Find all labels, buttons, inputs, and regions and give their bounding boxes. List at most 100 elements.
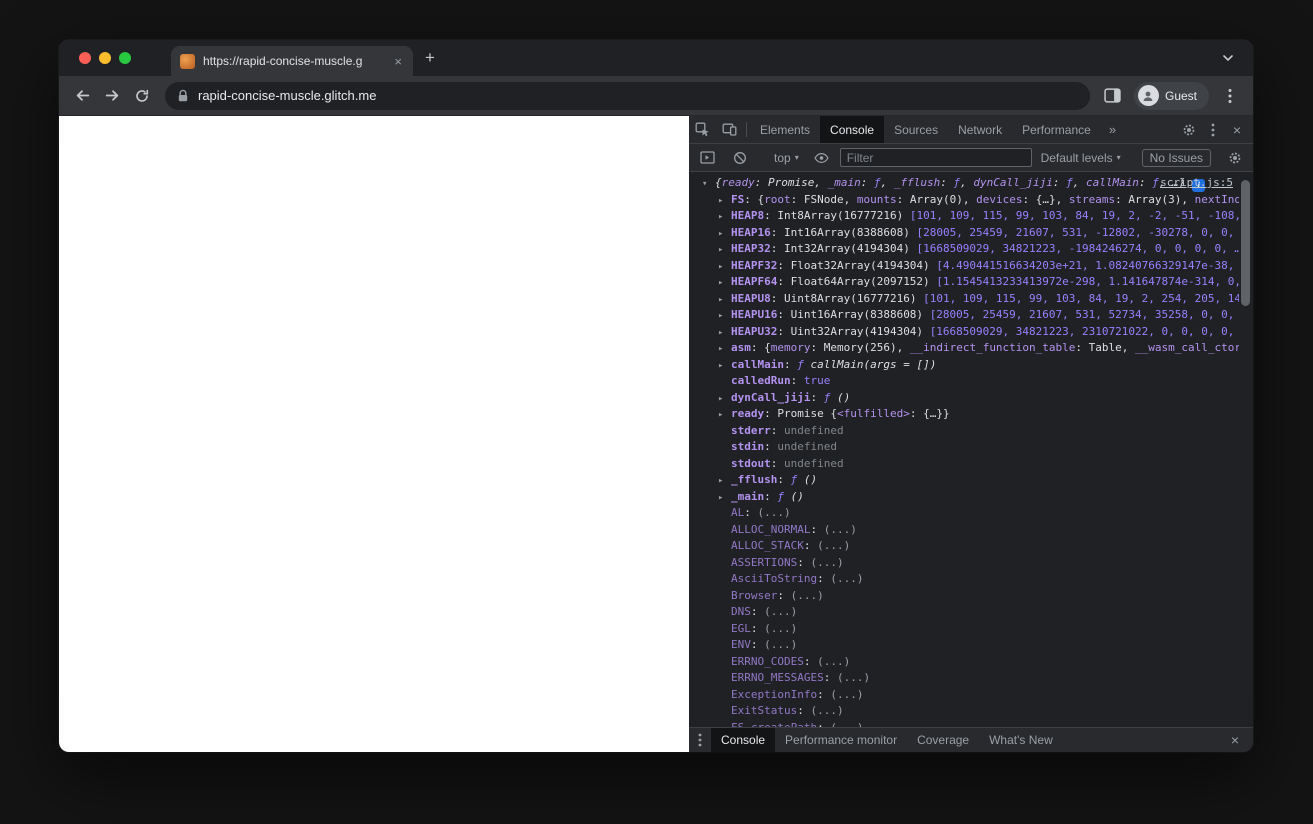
console-text: [28005, 25459, 21607, 531, -12802, -3027… xyxy=(916,225,1239,239)
console-text: EGL xyxy=(731,621,751,635)
console-text: () xyxy=(836,390,851,404)
expand-triangle-icon[interactable]: ▸ xyxy=(718,193,731,210)
console-row: ASSERTIONS: (...) xyxy=(689,555,1239,572)
console-text: AsciiToString xyxy=(731,572,818,585)
console-text: HEAP16 xyxy=(731,225,771,239)
expand-triangle-icon[interactable]: ▸ xyxy=(718,275,731,292)
back-icon[interactable] xyxy=(67,81,97,111)
expand-triangle-icon[interactable]: ▸ xyxy=(718,341,731,358)
forward-icon[interactable] xyxy=(97,81,127,111)
address-bar[interactable]: rapid-concise-muscle.glitch.me xyxy=(165,81,1090,110)
console-text: : xyxy=(750,621,765,635)
tab-network[interactable]: Network xyxy=(948,116,1012,143)
console-text: () xyxy=(803,473,818,486)
source-link[interactable]: script.js:5 xyxy=(1160,175,1233,192)
profile-button[interactable]: Guest xyxy=(1133,81,1209,110)
reload-icon[interactable] xyxy=(127,81,157,111)
close-window-button[interactable] xyxy=(79,52,91,64)
invoke-getter-button[interactable]: (...) xyxy=(810,556,843,569)
drawer-tab-performance-monitor[interactable]: Performance monitor xyxy=(775,728,907,752)
console-text: , xyxy=(960,176,974,189)
expand-triangle-icon[interactable]: ▸ xyxy=(718,473,731,490)
more-tabs-icon[interactable]: » xyxy=(1101,116,1124,143)
devtools-close-icon[interactable]: × xyxy=(1225,116,1249,143)
console-row: ALLOC_STACK: (...) xyxy=(689,538,1239,555)
invoke-getter-button[interactable]: (...) xyxy=(837,671,870,684)
tab-sources[interactable]: Sources xyxy=(884,116,948,143)
context-selector-dropdown[interactable]: top ▾ xyxy=(770,151,803,165)
expand-triangle-icon[interactable]: ▸ xyxy=(718,242,731,259)
console-text: __indirect_function_table xyxy=(909,341,1076,354)
expand-triangle-icon[interactable]: ▸ xyxy=(718,407,731,424)
expand-triangle-icon[interactable]: ▸ xyxy=(718,391,731,408)
console-text: callMain(args = []) xyxy=(810,357,937,371)
invoke-getter-button[interactable]: (...) xyxy=(764,605,797,618)
drawer-tab-console[interactable]: Console xyxy=(711,728,776,752)
tab-performance[interactable]: Performance xyxy=(1012,116,1101,143)
browser-tab[interactable]: https://rapid-concise-muscle.g × xyxy=(171,46,413,76)
minimize-window-button[interactable] xyxy=(99,52,111,64)
console-text: : xyxy=(750,605,765,618)
console-text: calledRun xyxy=(731,374,791,387)
devtools-settings-gear-icon[interactable] xyxy=(1177,116,1201,143)
expand-triangle-icon[interactable]: ▸ xyxy=(718,490,731,507)
expand-triangle-icon[interactable]: ▸ xyxy=(718,308,731,325)
invoke-getter-button[interactable]: (...) xyxy=(791,589,824,602)
inspect-element-icon[interactable] xyxy=(689,116,716,143)
drawer-close-icon[interactable]: × xyxy=(1223,728,1247,752)
console-row: ▸ callMain: ƒ callMain(args = []) xyxy=(689,357,1239,374)
console-text: mounts xyxy=(856,192,897,206)
collapse-triangle-icon[interactable]: ▾ xyxy=(702,176,715,193)
console-text: ƒ xyxy=(823,390,837,404)
tab-elements[interactable]: Elements xyxy=(750,116,820,143)
tab-close-icon[interactable]: × xyxy=(392,55,404,68)
invoke-getter-button[interactable]: (...) xyxy=(817,655,850,668)
console-text: [101, 109, 115, 99, 103, 84, 19, 2, -2, … xyxy=(909,209,1239,222)
expand-triangle-icon[interactable]: ▸ xyxy=(718,209,731,226)
console-toolbar: top ▾ Default levels ▾ No Issues xyxy=(689,144,1253,172)
invoke-getter-button[interactable]: (...) xyxy=(830,572,863,585)
console-row: ▾ {ready: Promise, _main: ƒ, _fflush: ƒ, … xyxy=(689,175,1239,192)
expand-triangle-icon[interactable]: ▸ xyxy=(718,259,731,276)
browser-menu-icon[interactable] xyxy=(1215,81,1245,111)
clear-console-icon[interactable] xyxy=(726,151,753,165)
expand-triangle-icon[interactable]: ▸ xyxy=(718,226,731,243)
log-levels-dropdown[interactable]: Default levels ▾ xyxy=(1037,151,1125,165)
console-text: dynCall_jiji xyxy=(973,176,1053,189)
invoke-getter-button[interactable]: (...) xyxy=(764,622,797,635)
invoke-getter-button[interactable]: (...) xyxy=(817,539,850,552)
console-row: ERRNO_CODES: (...) xyxy=(689,654,1239,671)
tab-search-chevron-icon[interactable] xyxy=(1203,51,1253,65)
console-text: _main xyxy=(731,489,765,503)
tab-console[interactable]: Console xyxy=(820,116,885,143)
expand-triangle-icon[interactable]: ▸ xyxy=(718,292,731,309)
console-row: ExitStatus: (...) xyxy=(689,703,1239,720)
console-text: , xyxy=(880,176,894,189)
issues-badge[interactable]: No Issues xyxy=(1141,148,1211,167)
console-text: ENV xyxy=(731,638,751,651)
new-tab-button[interactable]: + xyxy=(413,48,447,68)
expand-triangle-icon[interactable]: ▸ xyxy=(718,358,731,375)
console-row: AL: (...) xyxy=(689,505,1239,522)
console-row: calledRun: true xyxy=(689,373,1239,390)
side-panel-icon[interactable] xyxy=(1098,81,1128,111)
drawer-menu-icon[interactable] xyxy=(689,728,711,752)
invoke-getter-button[interactable]: (...) xyxy=(810,704,843,717)
filter-input[interactable] xyxy=(839,148,1032,167)
expand-triangle-icon[interactable]: ▸ xyxy=(718,325,731,342)
console-sidebar-icon[interactable] xyxy=(694,151,721,164)
console-settings-gear-icon[interactable] xyxy=(1221,151,1248,165)
console-scrollbar-thumb[interactable] xyxy=(1241,180,1250,306)
drawer-tab-coverage[interactable]: Coverage xyxy=(907,728,979,752)
invoke-getter-button[interactable]: (...) xyxy=(824,523,857,536)
invoke-getter-button[interactable]: (...) xyxy=(764,638,797,651)
devtools-menu-icon[interactable] xyxy=(1201,116,1225,143)
invoke-getter-button[interactable]: (...) xyxy=(758,506,791,519)
fullscreen-window-button[interactable] xyxy=(119,52,131,64)
console-text: ready xyxy=(731,407,765,420)
device-toolbar-icon[interactable] xyxy=(716,116,743,143)
drawer-tab-what-s-new[interactable]: What's New xyxy=(979,728,1063,752)
invoke-getter-button[interactable]: (...) xyxy=(830,721,863,728)
live-expression-eye-icon[interactable] xyxy=(808,152,835,164)
invoke-getter-button[interactable]: (...) xyxy=(830,688,863,701)
